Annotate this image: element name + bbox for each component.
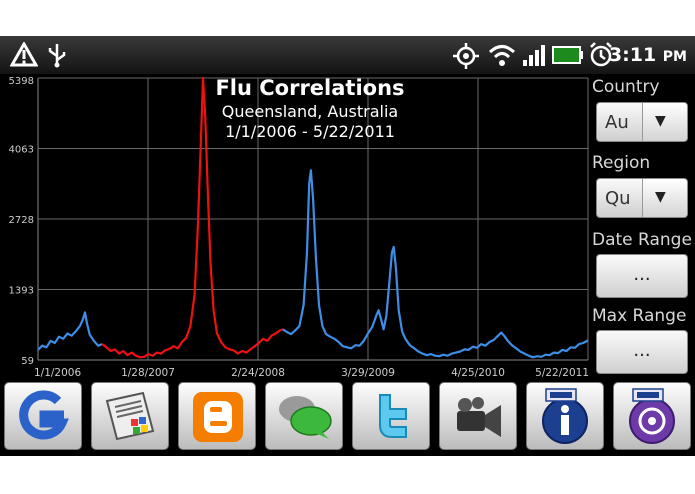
chart-title-block: Flu Correlations Queensland, Australia 1… [150, 74, 470, 142]
news-button[interactable] [91, 382, 169, 450]
twitter-icon [379, 394, 407, 438]
region-value: Qu [605, 188, 631, 209]
cdc-podcast-icon [629, 388, 675, 444]
newspaper-icon [105, 391, 155, 441]
video-button[interactable] [439, 382, 517, 450]
chat-button[interactable] [265, 382, 343, 450]
x-tick-label: 4/25/2010 [451, 367, 505, 379]
blogger-icon [193, 392, 243, 442]
chat-bubbles-icon [279, 396, 332, 439]
country-label: Country [592, 77, 660, 97]
status-bar: 3:11 PM [0, 36, 695, 74]
triangle-down-icon: ▼ [655, 189, 666, 205]
max-range-label: Max Range [592, 306, 687, 326]
warning-icon [10, 42, 38, 67]
chart-subtitle: Queensland, Australia [221, 102, 399, 121]
region-label: Region [592, 153, 651, 173]
country-dropdown-button[interactable]: ▼ [642, 103, 687, 141]
clock: 3:11 PM [608, 44, 687, 66]
blogger-button[interactable] [178, 382, 256, 450]
country-value: Au [605, 112, 629, 133]
control-panel: Country Au ▼ Region Qu ▼ Date Range ... … [590, 74, 695, 380]
x-tick-label: 3/29/2009 [341, 367, 395, 379]
google-icon [19, 390, 69, 440]
cdc-info-icon [542, 388, 588, 444]
series-line [37, 311, 103, 351]
triangle-down-icon: ▼ [655, 113, 666, 129]
y-tick-label: 2728 [9, 215, 34, 226]
x-tick-label: 1/28/2007 [121, 367, 175, 379]
y-tick-label: 5398 [9, 76, 34, 87]
google-button[interactable] [4, 382, 82, 450]
cdc-podcast-button[interactable] [613, 382, 691, 450]
date-range-button[interactable]: ... [596, 254, 688, 298]
x-tick-label: 1/1/2006 [34, 367, 81, 379]
battery-icon [552, 46, 583, 64]
share-dock [0, 380, 695, 456]
usb-icon [48, 44, 66, 68]
gps-icon [453, 43, 479, 69]
region-dropdown-button[interactable]: ▼ [642, 179, 687, 217]
chart-title: Flu Correlations [215, 76, 405, 100]
signal-icon [523, 45, 545, 66]
flu-chart: 59 1393 2728 4063 5398 1/1/2006 1/28/2007 2/24/… [0, 74, 590, 380]
chart-date-range: 1/1/2006 - 5/22/2011 [225, 122, 395, 141]
y-tick-label: 59 [21, 356, 34, 367]
x-tick-label: 2/24/2008 [231, 367, 285, 379]
region-spinner[interactable]: Qu ▼ [596, 178, 688, 218]
series-line [282, 169, 589, 359]
country-spinner[interactable]: Au ▼ [596, 102, 688, 142]
twitter-button[interactable] [352, 382, 430, 450]
date-range-label: Date Range [592, 230, 692, 250]
video-camera-icon [457, 397, 501, 437]
x-tick-label: 5/22/2011 [535, 367, 589, 379]
y-tick-label: 1393 [9, 286, 34, 297]
wifi-icon [488, 45, 516, 66]
max-range-button[interactable]: ... [596, 330, 688, 374]
cdc-info-button[interactable] [526, 382, 604, 450]
y-tick-label: 4063 [9, 145, 34, 156]
